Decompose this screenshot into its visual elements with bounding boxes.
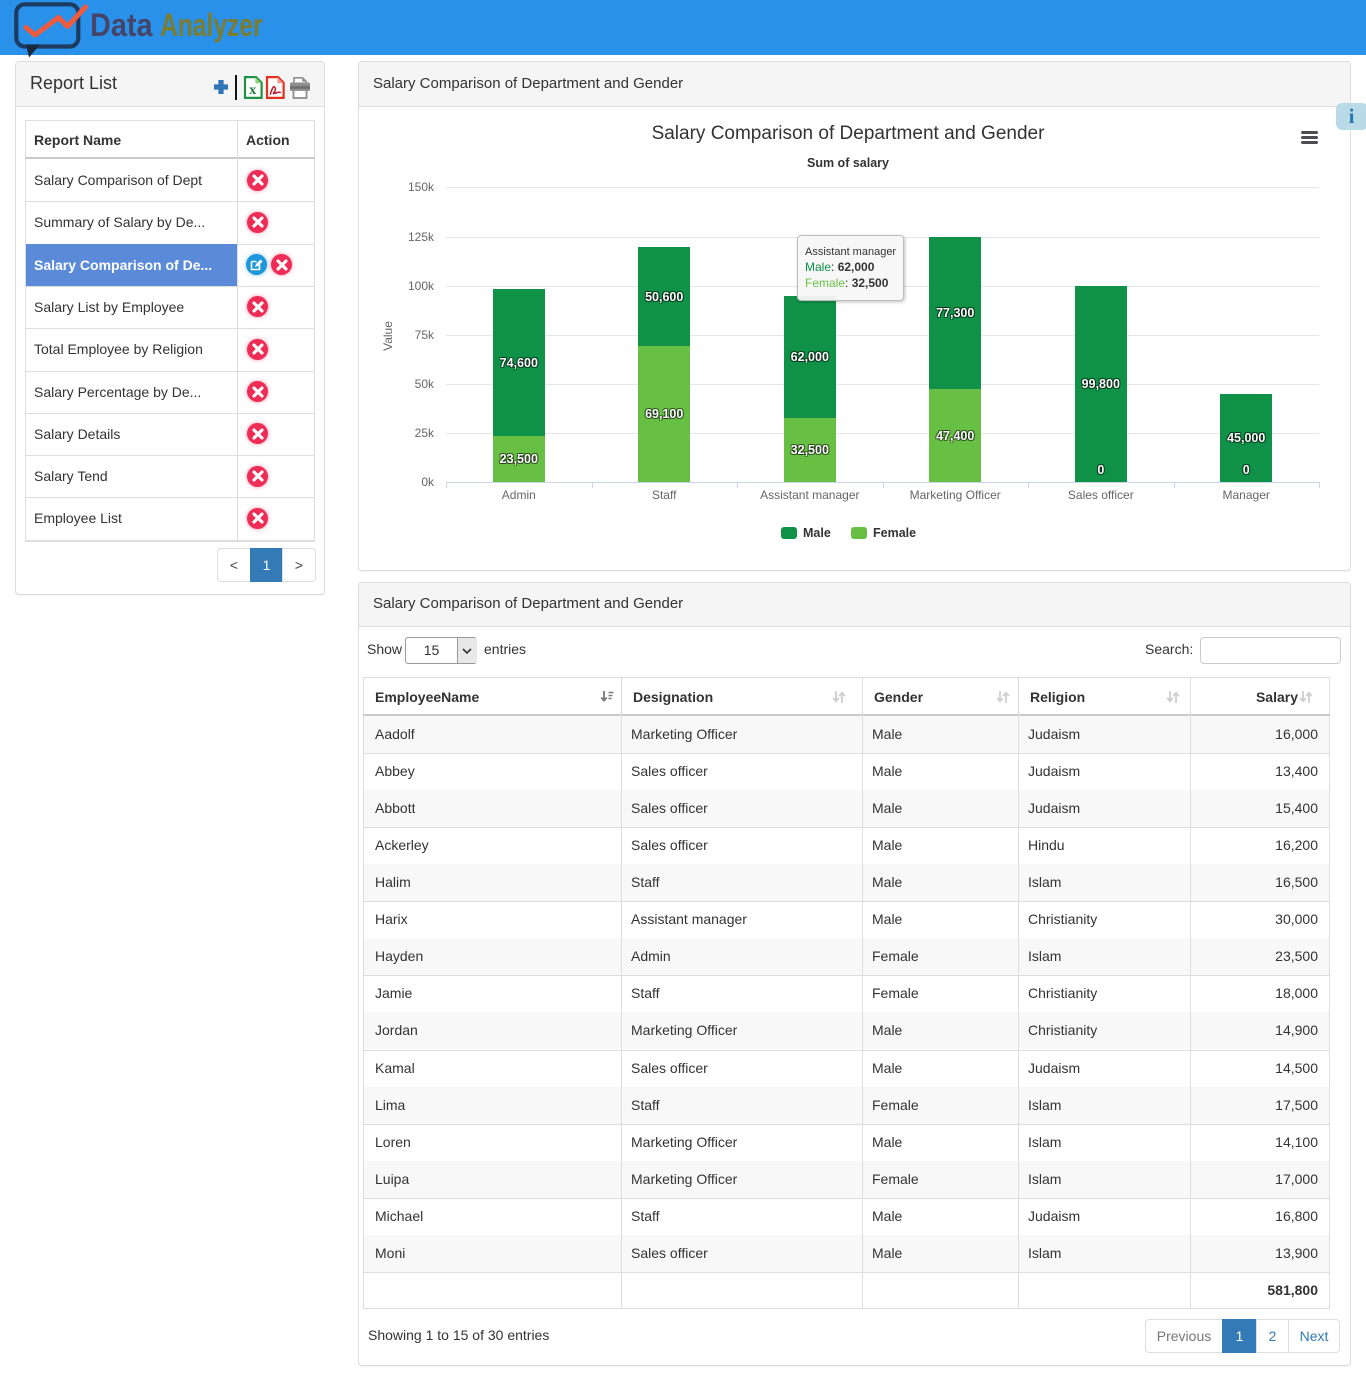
svg-text:x: x <box>249 83 256 98</box>
